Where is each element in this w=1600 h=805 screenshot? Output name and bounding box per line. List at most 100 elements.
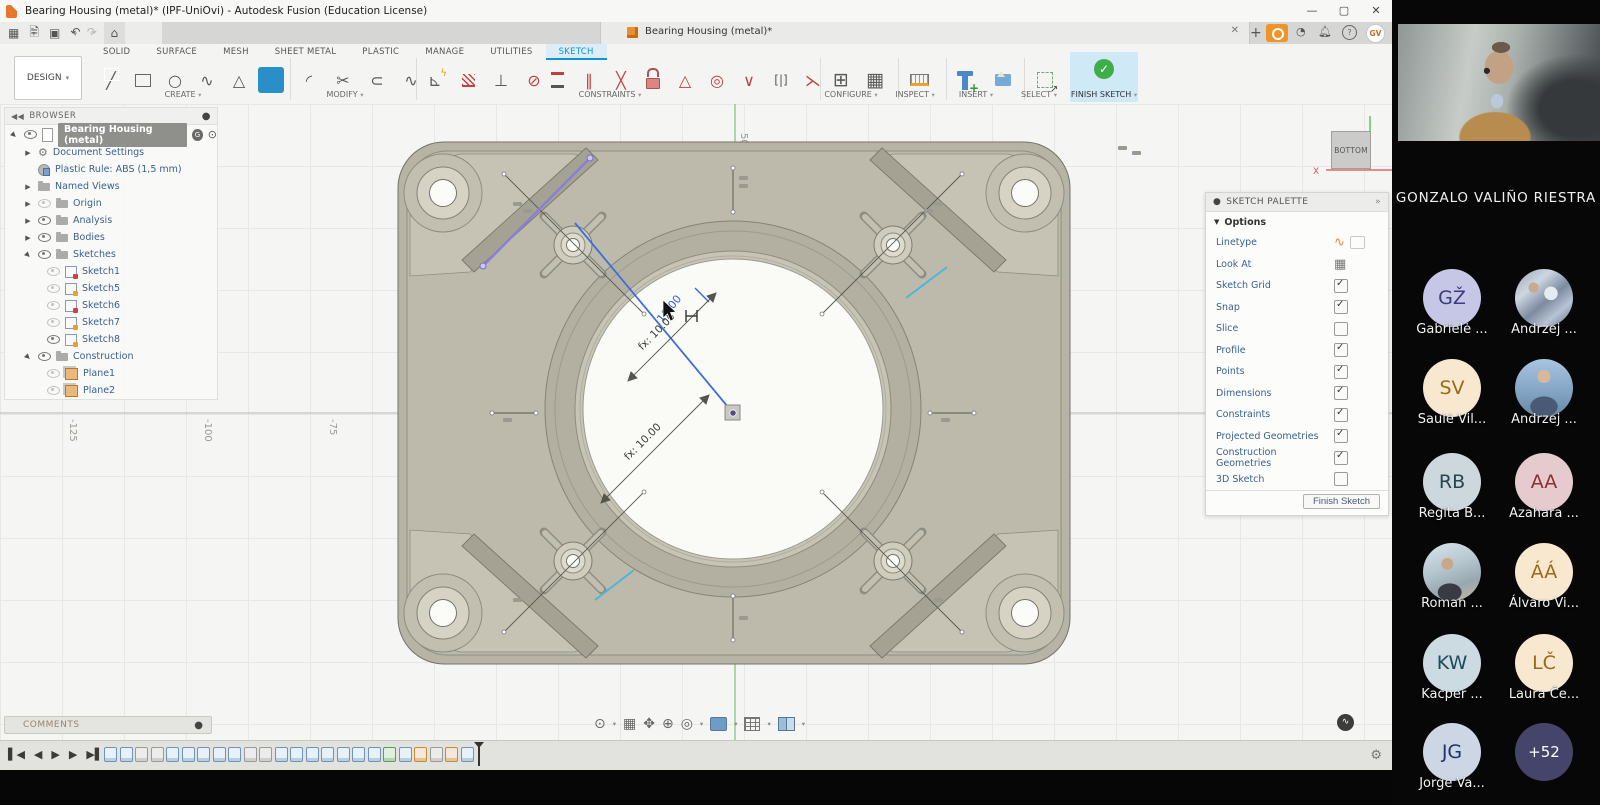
- lock-constraint-icon[interactable]: [640, 67, 666, 93]
- expander-icon[interactable]: ▶: [23, 149, 33, 157]
- participant-tile[interactable]: RB: [1423, 453, 1481, 511]
- eye-icon[interactable]: [38, 216, 51, 225]
- browser-item[interactable]: Plastic Rule: ABS (1,5 mm): [5, 161, 217, 178]
- timeline-feature-icon[interactable]: [461, 747, 474, 762]
- timeline-feature-icon[interactable]: [321, 747, 334, 762]
- construction-linetype-icon[interactable]: ∿: [1334, 235, 1345, 250]
- go-to-end-icon[interactable]: ▶▌: [86, 748, 103, 761]
- document-tab[interactable]: Bearing Housing (metal)* ✕: [600, 22, 1250, 44]
- symmetry-constraint-icon[interactable]: [|]: [768, 67, 794, 93]
- sketch-dimension-icon[interactable]: ⊾ϟ: [422, 67, 448, 93]
- browser-item[interactable]: Sketch5: [5, 280, 217, 297]
- timeline-feature-icon[interactable]: [151, 747, 164, 762]
- checkbox[interactable]: [1334, 408, 1348, 422]
- fit-icon[interactable]: ◎: [681, 715, 693, 733]
- timeline-feature-icon[interactable]: [352, 747, 365, 762]
- rectangle-tool-icon[interactable]: [130, 67, 156, 93]
- go-to-start-icon[interactable]: ▌◀: [8, 748, 25, 761]
- checkbox[interactable]: [1334, 300, 1348, 314]
- group-label-constraints[interactable]: CONSTRAINTS ▾: [579, 90, 642, 99]
- close-button[interactable]: ✕: [1362, 0, 1390, 21]
- options-section[interactable]: ▼Options: [1206, 212, 1388, 232]
- participant-tile[interactable]: ÁÁ: [1515, 543, 1573, 601]
- timeline-feature-icon[interactable]: [213, 747, 226, 762]
- timeline-feature-icon[interactable]: [383, 747, 396, 762]
- eye-off-icon[interactable]: [47, 301, 60, 310]
- participant-tile[interactable]: LČ: [1515, 634, 1573, 692]
- eye-off-icon[interactable]: [47, 369, 60, 378]
- chevron-down-icon[interactable]: ▾: [767, 720, 770, 728]
- group-label-finish-sketch[interactable]: FINISH SKETCH ▾: [1071, 90, 1137, 99]
- group-label-select[interactable]: SELECT ▾: [1021, 90, 1057, 99]
- chevron-down-icon[interactable]: ▾: [700, 720, 703, 728]
- tab-solid[interactable]: SOLID: [90, 44, 143, 60]
- expander-icon[interactable]: ▶: [23, 200, 33, 208]
- timeline-feature-icon[interactable]: [275, 747, 288, 762]
- eye-icon[interactable]: [38, 352, 51, 361]
- viewports-icon[interactable]: [778, 717, 795, 731]
- browser-item[interactable]: ▶Bodies: [5, 229, 217, 246]
- save-icon[interactable]: ▣: [49, 22, 60, 44]
- tab-mesh[interactable]: MESH: [210, 44, 262, 60]
- curvature-constraint-icon[interactable]: ⋋: [800, 67, 826, 93]
- tab-surface[interactable]: SURFACE: [143, 44, 210, 60]
- participant-tile[interactable]: +52: [1515, 723, 1573, 781]
- expander-icon[interactable]: ▶: [23, 183, 33, 191]
- browser-item[interactable]: ▶Named Views: [5, 178, 217, 195]
- timeline-feature-icon[interactable]: [430, 747, 443, 762]
- group-label-insert[interactable]: INSERT ▾: [959, 90, 993, 99]
- triangle-constraint-icon[interactable]: △: [672, 67, 698, 93]
- browser-item[interactable]: Plane2: [5, 382, 217, 399]
- checkbox[interactable]: [1334, 386, 1348, 400]
- expander-icon[interactable]: ▶: [23, 217, 33, 225]
- play-icon[interactable]: ▶: [51, 748, 59, 761]
- presenter-video[interactable]: [1398, 24, 1600, 141]
- timeline-feature-icon[interactable]: [414, 747, 427, 762]
- help-icon[interactable]: ?: [1342, 25, 1357, 40]
- browser-item[interactable]: ▶Origin: [5, 195, 217, 212]
- display-settings-icon[interactable]: [710, 717, 727, 731]
- job-status-icon[interactable]: [1266, 24, 1288, 42]
- chevron-down-icon[interactable]: ▾: [613, 720, 616, 728]
- root-label[interactable]: Bearing Housing (metal): [58, 123, 187, 147]
- timeline-feature-icon[interactable]: [306, 747, 319, 762]
- maximize-button[interactable]: ▢: [1330, 0, 1358, 21]
- tab-sheet-metal[interactable]: SHEET METAL: [262, 44, 350, 60]
- eye-icon[interactable]: [38, 233, 51, 242]
- timeline-feature-icon[interactable]: [290, 747, 303, 762]
- timeline-feature-icon[interactable]: [259, 747, 272, 762]
- eye-off-icon[interactable]: [38, 199, 51, 208]
- expander-icon[interactable]: ▶: [22, 350, 35, 363]
- midpoint-constraint-icon[interactable]: ∨: [736, 67, 762, 93]
- chevron-down-icon[interactable]: ▾: [802, 720, 805, 728]
- timeline-feature-icon[interactable]: [244, 747, 257, 762]
- tab-manage[interactable]: MANAGE: [412, 44, 477, 60]
- browser-item[interactable]: ▶Analysis: [5, 212, 217, 229]
- step-forward-icon[interactable]: ▶: [69, 748, 77, 761]
- timeline-scrubber[interactable]: [478, 744, 480, 766]
- tab-sketch[interactable]: SKETCH: [546, 44, 607, 60]
- checkbox[interactable]: [1334, 322, 1348, 336]
- group-label-configure[interactable]: CONFIGURE ▾: [824, 90, 877, 99]
- browser-root-row[interactable]: ▶ Bearing Housing (metal) G ⊙: [5, 125, 217, 144]
- eye-icon[interactable]: [38, 250, 51, 259]
- eye-icon[interactable]: [24, 130, 37, 139]
- checkbox[interactable]: [1334, 343, 1348, 357]
- group-label-modify[interactable]: MODIFY ▾: [326, 90, 363, 99]
- timeline-feature-icon[interactable]: [120, 747, 133, 762]
- group-label-inspect[interactable]: INSPECT ▾: [895, 90, 935, 99]
- timeline-feature-icon[interactable]: [337, 747, 350, 762]
- orbit-icon[interactable]: ⊙: [594, 715, 606, 733]
- timeline-feature-icon[interactable]: [166, 747, 179, 762]
- browser-item[interactable]: Sketch6: [5, 297, 217, 314]
- redo-icon[interactable]: ↷▾: [87, 21, 94, 45]
- assistant-bubble-icon[interactable]: ∿: [1337, 714, 1354, 731]
- pan-icon[interactable]: ✥: [643, 715, 655, 733]
- look-at-icon[interactable]: ▦: [623, 715, 636, 733]
- timeline-feature-icon[interactable]: [445, 747, 458, 762]
- checkbox[interactable]: [1334, 472, 1348, 486]
- target-icon[interactable]: ⊙: [208, 128, 217, 141]
- collapse-right-icon[interactable]: »: [1375, 197, 1381, 207]
- design-workspace-dropdown[interactable]: DESIGN▾: [14, 56, 82, 100]
- notifications-bell-icon[interactable]: 🔔︎: [1318, 25, 1332, 38]
